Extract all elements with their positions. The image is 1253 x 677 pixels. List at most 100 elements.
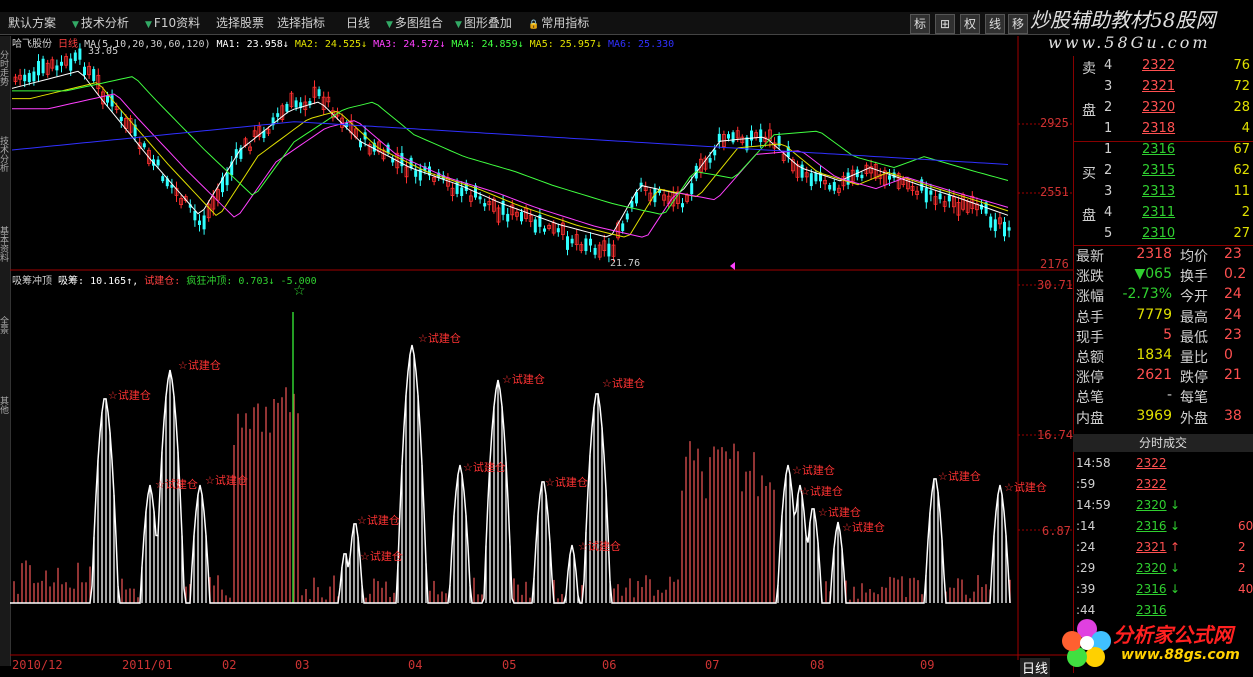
- candle-body: [846, 172, 850, 185]
- chart-canvas[interactable]: ☆: [0, 0, 1073, 673]
- x-axis-label: 03: [295, 658, 310, 672]
- candle-body: [832, 182, 836, 191]
- volume: 67: [1233, 142, 1250, 157]
- candle-body: [584, 238, 588, 252]
- candle-body: [543, 228, 546, 232]
- stat-key: 总笔: [1076, 390, 1104, 407]
- candle-body: [92, 69, 96, 81]
- candle-body: [589, 238, 592, 246]
- stat-value: 0: [1224, 347, 1233, 363]
- candle-body: [888, 175, 891, 180]
- indicator-bars: [13, 312, 1011, 603]
- trade-row: :29 2320 ↓ 2: [1074, 561, 1253, 582]
- stat-value: 5: [1163, 326, 1172, 343]
- buy-row[interactable]: 2 2315 62: [1074, 163, 1253, 184]
- candle-body: [41, 58, 45, 74]
- volume: 76: [1233, 58, 1250, 73]
- stat-key: 量比: [1180, 350, 1208, 366]
- price: 2310: [1142, 226, 1176, 241]
- buy-signal-label: ☆试建仓: [418, 332, 461, 345]
- sell-row[interactable]: 4 2322 76: [1074, 58, 1253, 79]
- stat-value: 1834: [1136, 347, 1172, 363]
- stat-key: 外盘: [1180, 410, 1208, 427]
- indicator-v4: -5.000: [280, 276, 317, 287]
- ma-line: [12, 93, 1009, 238]
- candle-body: [621, 223, 625, 231]
- ma4-value: MA4: 24.859↓: [451, 39, 524, 50]
- trade-row: :24 2321 ↑ 2: [1074, 540, 1253, 561]
- buy-row[interactable]: 5 2310 27: [1074, 226, 1253, 247]
- candle-body: [814, 172, 818, 182]
- stat-key: 最新: [1076, 249, 1104, 265]
- low-price-label: 21.76: [610, 258, 641, 269]
- candle-body: [938, 193, 942, 200]
- candlestick-series: [13, 43, 1011, 263]
- trade-price: 2321: [1136, 540, 1167, 554]
- trade-price: 2316: [1136, 519, 1167, 533]
- candle-body: [593, 247, 597, 255]
- candle-body: [731, 132, 735, 143]
- stat-row: 现手 5 最低 23: [1074, 327, 1253, 347]
- candle-body: [556, 228, 560, 233]
- candle-body: [32, 71, 36, 82]
- sell-row[interactable]: 1 2318 4: [1074, 121, 1253, 142]
- indicator-v3: 疯狂冲顶: 0.703↓: [186, 276, 275, 287]
- level: 1: [1104, 142, 1113, 157]
- stat-value: 7779: [1136, 306, 1172, 323]
- buy-signal-label: ☆试建仓: [108, 389, 151, 402]
- candle-body: [506, 213, 510, 222]
- level: 3: [1104, 184, 1113, 199]
- stat-key: 均价: [1180, 249, 1208, 265]
- stat-value: 23: [1224, 326, 1242, 343]
- buy-row[interactable]: 1 2316 67: [1074, 142, 1253, 163]
- indicator-axis-label: 6.87: [1042, 524, 1071, 538]
- high-price-label: 33.05: [88, 46, 119, 57]
- price-axis-label: 2176: [1040, 257, 1069, 271]
- stat-value: -: [1166, 387, 1172, 404]
- price: 2321: [1142, 79, 1176, 94]
- site-logo: 分析家公式网 www.88gs.com: [1057, 613, 1253, 673]
- buy-signal-label: ☆试建仓: [792, 464, 835, 477]
- stat-row: 内盘 3969 外盘 38: [1074, 408, 1253, 428]
- period-tab[interactable]: 日线: [1020, 658, 1051, 677]
- stat-value: -2.73%: [1122, 286, 1172, 303]
- buy-signal-label: ☆试建仓: [360, 550, 403, 563]
- trade-direction-icon: ↓: [1170, 519, 1181, 533]
- stat-key: 总额: [1076, 350, 1104, 366]
- stat-value: 2318: [1136, 246, 1172, 262]
- indicator-name: 吸筹冲顶: [12, 276, 52, 287]
- stat-key: 内盘: [1076, 410, 1104, 427]
- stat-key: 涨幅: [1076, 289, 1104, 306]
- logo-url: www.88gs.com: [1121, 647, 1240, 663]
- buy-signal-label: ☆试建仓: [502, 373, 545, 386]
- candle-body: [570, 238, 574, 244]
- trade-qty: 2: [1238, 561, 1246, 575]
- candle-body: [225, 173, 229, 186]
- x-axis-label: 06: [602, 658, 617, 672]
- sell-row[interactable]: 3 2321 72: [1074, 79, 1253, 100]
- period-label: 日线: [58, 39, 79, 50]
- stat-key: 总手: [1076, 309, 1104, 326]
- ma-line: [12, 76, 1009, 215]
- flower-logo-icon: [1062, 619, 1111, 667]
- trades-header[interactable]: 分时成交: [1073, 434, 1253, 452]
- x-axis-label: 09: [920, 658, 935, 672]
- candle-body: [750, 130, 753, 141]
- candle-body: [993, 219, 997, 232]
- buy-row[interactable]: 3 2313 11: [1074, 184, 1253, 205]
- candle-body: [317, 89, 321, 97]
- candle-body: [759, 129, 763, 143]
- ma5-value: MA5: 25.957↓: [529, 39, 602, 50]
- price-axis-label: 2925: [1040, 116, 1069, 130]
- candle-body: [989, 216, 993, 228]
- sell-row[interactable]: 2 2320 28: [1074, 100, 1253, 121]
- indicator-info: 吸筹冲顶 吸筹: 10.165↑, 试建仓: 疯狂冲顶: 0.703↓ -5.0…: [12, 272, 317, 287]
- moving-average-lines: [11, 70, 1009, 238]
- buy-signal-label: ☆试建仓: [155, 478, 198, 491]
- buy-row[interactable]: 4 2311 2: [1074, 205, 1253, 226]
- stat-value: 24: [1224, 286, 1242, 303]
- indicator-v1: 吸筹: 10.165↑,: [58, 276, 139, 287]
- candle-body: [23, 74, 27, 82]
- price: 2313: [1142, 184, 1176, 199]
- stat-key: 现手: [1076, 329, 1104, 346]
